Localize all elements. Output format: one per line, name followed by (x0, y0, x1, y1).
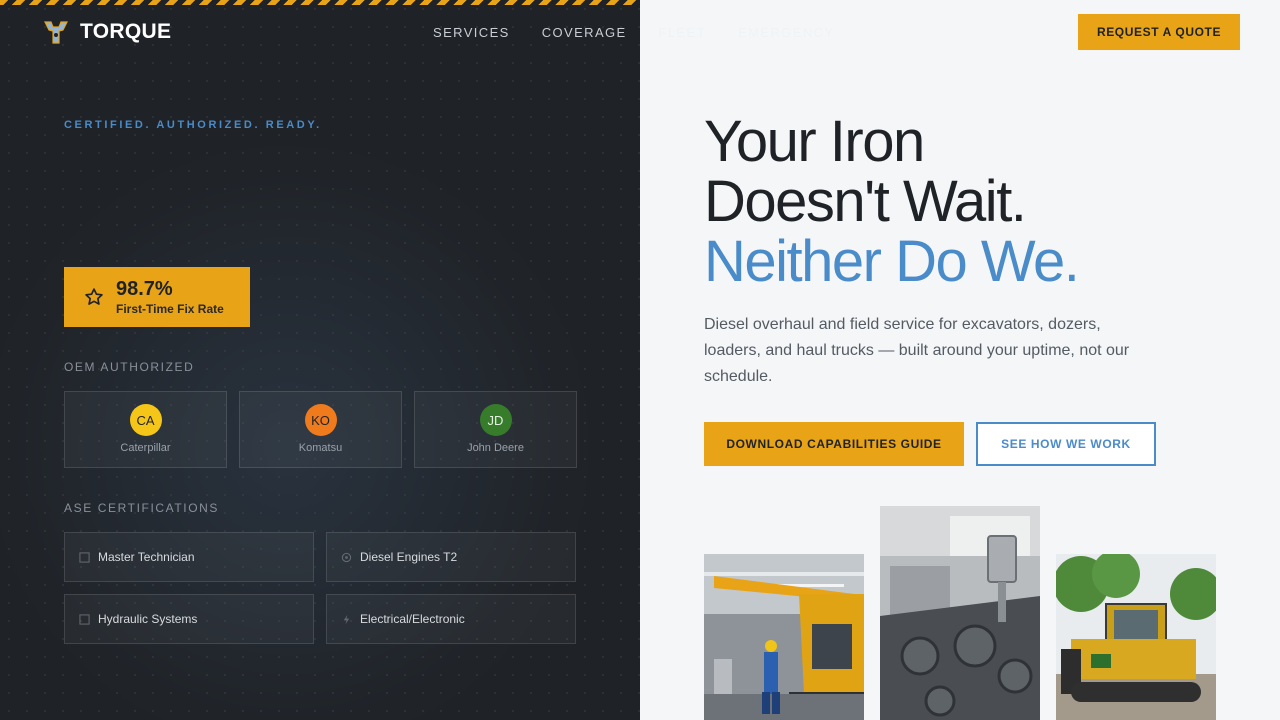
excavator-repair-photo (704, 554, 864, 720)
cert-grid: Master Technician Diesel Engines T2 Hydr… (64, 532, 576, 644)
oem-name: John Deere (467, 442, 524, 454)
droplet-icon (79, 613, 90, 625)
cert-card-master-technician[interactable]: Master Technician (64, 532, 314, 582)
cert-card-electrical[interactable]: Electrical/Electronic (326, 594, 576, 644)
ase-section-label: ASE CERTIFICATIONS (64, 501, 220, 515)
stat-label: First-Time Fix Rate (116, 301, 224, 316)
oem-section-label: OEM AUTHORIZED (64, 360, 195, 374)
cert-card-diesel-engines[interactable]: Diesel Engines T2 (326, 532, 576, 582)
nav-coverage[interactable]: COVERAGE (542, 25, 627, 40)
oem-card-caterpillar[interactable]: CA Caterpillar (64, 391, 227, 468)
fix-rate-stat: 98.7% First-Time Fix Rate (64, 267, 250, 327)
request-quote-button[interactable]: REQUEST A QUOTE (1078, 14, 1240, 50)
hero-headline: Your Iron Doesn't Wait. Neither Do We. (704, 109, 1080, 294)
cert-label: Hydraulic Systems (98, 612, 198, 626)
oem-name: Caterpillar (120, 442, 171, 454)
torque-logo-icon (44, 21, 68, 44)
oem-card-john-deere[interactable]: JD John Deere (414, 391, 577, 468)
cert-card-hydraulic-systems[interactable]: Hydraulic Systems (64, 594, 314, 644)
brand-name: TORQUE (80, 20, 172, 43)
download-guide-button[interactable]: DOWNLOAD CAPABILITIES GUIDE (704, 422, 964, 466)
nav-services[interactable]: SERVICES (433, 25, 510, 40)
brand-logo[interactable]: TORQUE (42, 19, 171, 45)
hero-line-1: Your Iron (704, 109, 925, 174)
cert-label: Electrical/Electronic (360, 612, 465, 626)
oem-card-komatsu[interactable]: KO Komatsu (239, 391, 402, 468)
stat-value: 98.7% (116, 277, 173, 300)
hazard-stripe (0, 0, 640, 5)
yellow-dozer-photo (1056, 554, 1216, 720)
oem-badge: JD (479, 404, 512, 436)
hero-line-2: Doesn't Wait. (704, 169, 1027, 234)
star-icon (85, 288, 103, 305)
cert-label: Diesel Engines T2 (360, 550, 458, 564)
see-how-we-work-button[interactable]: SEE HOW WE WORK (976, 422, 1156, 466)
hero-line-3: Neither Do We. (704, 229, 1080, 294)
main-nav: SERVICES COVERAGE FLEET EMERGENCY (433, 25, 834, 40)
oem-grid: CA Caterpillar KO Komatsu JD John Deere (64, 391, 577, 468)
cert-label: Master Technician (98, 550, 195, 564)
nav-fleet[interactable]: FLEET (659, 25, 706, 40)
engine-block-photo (880, 506, 1040, 720)
gear-icon (341, 552, 352, 562)
left-panel: TORQUE CERTIFIED. AUTHORIZED. READY. 98.… (0, 0, 640, 720)
hero-subtitle: Diesel overhaul and field service for ex… (704, 316, 1130, 385)
oem-badge: KO (304, 404, 337, 436)
nav-emergency[interactable]: EMERGENCY (738, 25, 834, 40)
certified-eyebrow: CERTIFIED. AUTHORIZED. READY. (64, 119, 322, 131)
badge-icon (79, 551, 90, 563)
oem-name: Komatsu (298, 442, 343, 454)
bolt-icon (343, 614, 350, 624)
oem-badge: CA (129, 404, 162, 436)
